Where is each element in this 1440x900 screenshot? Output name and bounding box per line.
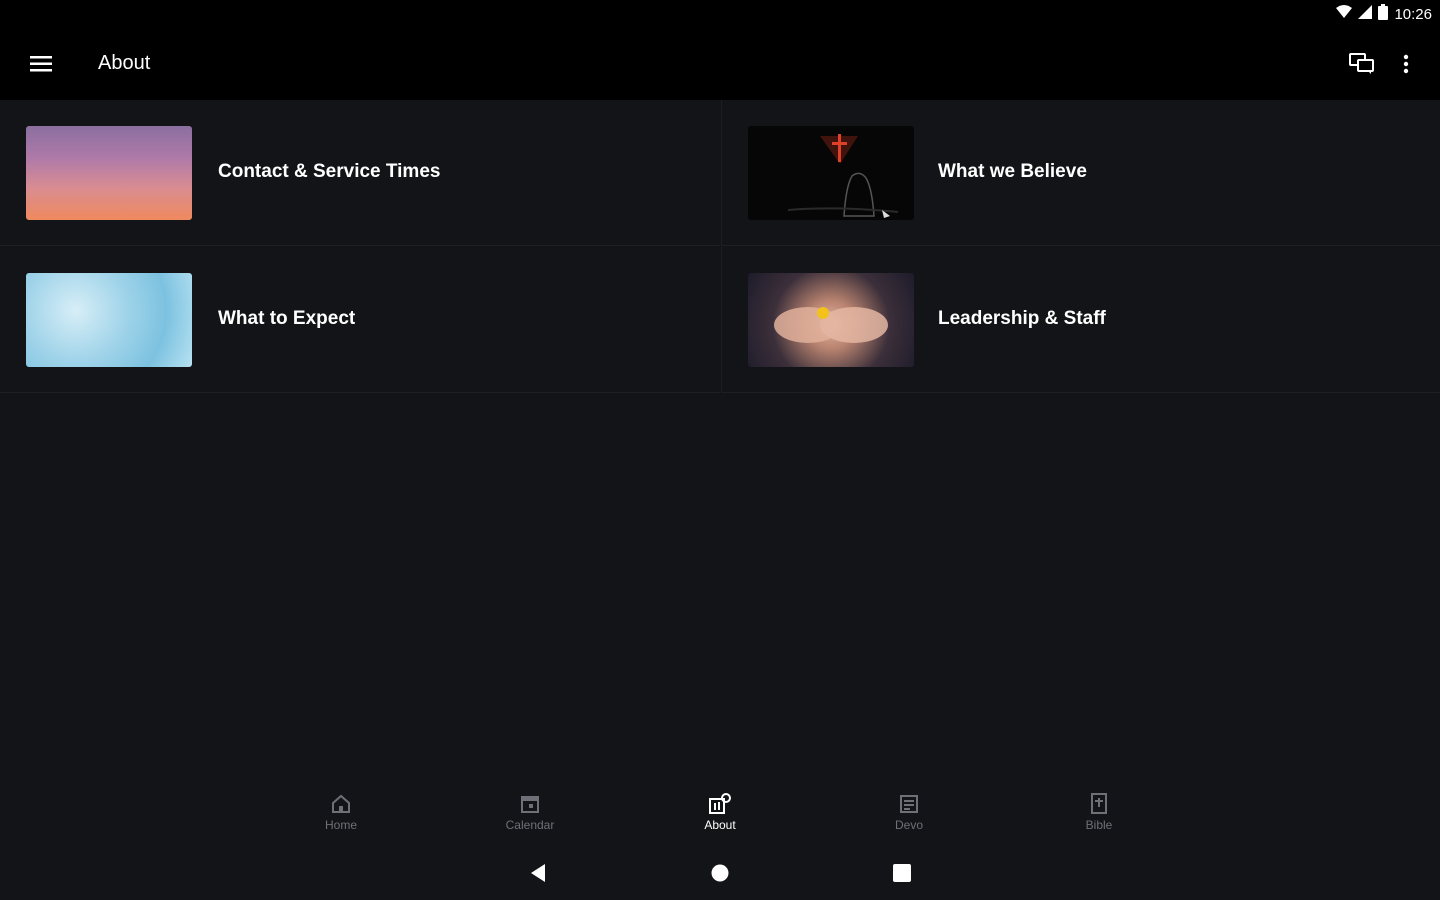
chat-icon[interactable] xyxy=(1344,48,1380,80)
nav-devo[interactable]: Devo xyxy=(864,792,954,842)
devo-icon xyxy=(897,792,921,816)
status-time: 10:26 xyxy=(1394,5,1432,23)
about-grid: Contact & Service Times What we Believe … xyxy=(0,100,1440,394)
calendar-icon xyxy=(518,792,542,816)
card-what-to-expect[interactable]: What to Expect xyxy=(0,247,720,393)
nav-label: Devo xyxy=(894,818,923,832)
battery-icon xyxy=(1378,4,1389,24)
home-icon xyxy=(329,792,353,816)
card-label: What we Believe xyxy=(938,161,1087,182)
card-contact-service-times[interactable]: Contact & Service Times xyxy=(0,100,720,246)
card-label: What to Expect xyxy=(218,308,356,329)
bottom-nav: Home Calendar About Devo Bible xyxy=(0,780,1440,846)
menu-icon[interactable] xyxy=(24,50,58,78)
back-icon[interactable] xyxy=(524,860,552,886)
recents-icon[interactable] xyxy=(888,860,916,886)
nav-home[interactable]: Home xyxy=(296,792,386,842)
card-label: Contact & Service Times xyxy=(218,161,441,182)
blue-ice-image xyxy=(26,273,192,367)
system-nav-bar xyxy=(0,846,1440,900)
nav-calendar[interactable]: Calendar xyxy=(485,792,575,842)
nav-label: Calendar xyxy=(505,818,555,832)
page-title: About xyxy=(98,52,151,74)
signal-icon xyxy=(1358,5,1373,23)
cross-silhouette-image xyxy=(748,126,914,220)
status-bar: 10:26 xyxy=(0,0,1440,28)
nav-about[interactable]: About xyxy=(675,792,765,842)
nav-label: Home xyxy=(324,818,357,832)
app-toolbar: About xyxy=(0,28,1440,100)
card-leadership-staff[interactable]: Leadership & Staff xyxy=(721,247,1440,393)
home-circle-icon[interactable] xyxy=(706,860,734,886)
nav-bible[interactable]: Bible xyxy=(1054,792,1144,842)
about-icon xyxy=(708,792,732,816)
nav-label: About xyxy=(704,818,736,832)
wifi-icon xyxy=(1336,5,1353,23)
more-options-icon[interactable] xyxy=(1390,48,1422,80)
card-label: Leadership & Staff xyxy=(938,308,1106,329)
status-icons: 10:26 xyxy=(1336,4,1432,24)
bible-icon xyxy=(1087,792,1111,816)
sunset-sky-image xyxy=(26,126,192,220)
card-what-we-believe[interactable]: What we Believe xyxy=(721,100,1440,246)
nav-label: Bible xyxy=(1085,818,1113,832)
open-hands-image xyxy=(748,273,914,367)
